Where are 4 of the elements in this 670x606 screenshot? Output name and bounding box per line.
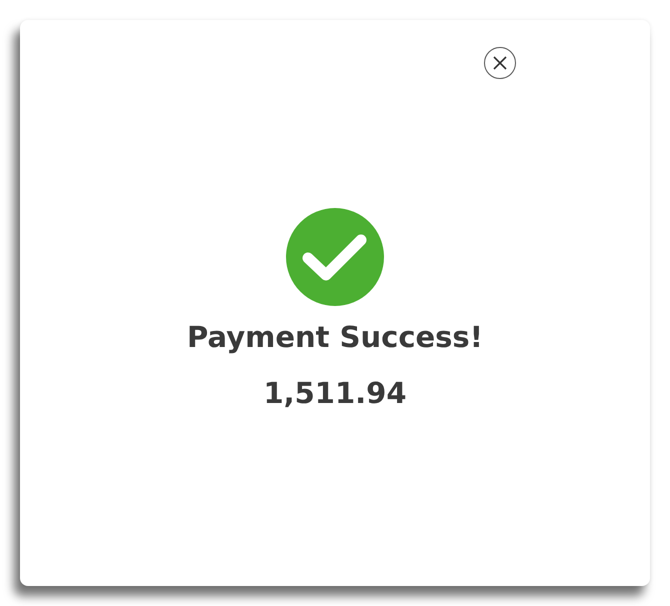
close-icon [493, 56, 507, 70]
payment-amount: 1,511.94 [263, 376, 407, 410]
dialog-title: Payment Success! [187, 320, 483, 354]
close-button[interactable] [484, 47, 516, 79]
